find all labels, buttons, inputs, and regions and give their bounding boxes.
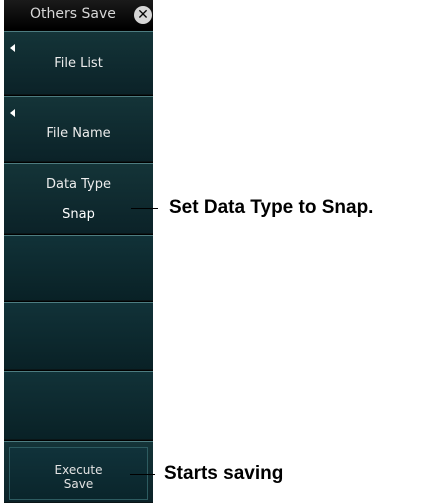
execute-save-button[interactable]: Execute Save [4, 441, 153, 503]
blank-softkey-2 [4, 302, 153, 370]
data-type-callout-text: Set Data Type to Snap. [169, 197, 374, 218]
execute-save-face[interactable]: Execute Save [9, 447, 148, 500]
close-icon[interactable]: ✕ [134, 6, 152, 24]
data-type-label: Data Type [45, 177, 112, 192]
file-list-label: File List [54, 56, 103, 71]
left-arrow-icon [10, 44, 15, 52]
others-save-menu: Others Save ✕ File List File Name Data T… [4, 0, 153, 503]
execute-callout-line [130, 474, 155, 475]
data-type-button[interactable]: Data Type Snap [4, 163, 153, 234]
file-name-button[interactable]: File Name [4, 96, 153, 162]
file-name-label: File Name [46, 126, 111, 141]
left-arrow-icon [10, 109, 15, 117]
menu-title: Others Save ✕ [4, 0, 153, 29]
menu-title-label: Others Save [30, 6, 116, 22]
execute-label: Execute [54, 463, 103, 477]
blank-softkey-1 [4, 235, 153, 301]
blank-softkey-3 [4, 371, 153, 440]
save-label: Save [63, 477, 94, 491]
file-list-button[interactable]: File List [4, 31, 153, 95]
data-type-value: Snap [62, 207, 95, 222]
data-type-callout-line [131, 208, 158, 209]
execute-callout-text: Starts saving [164, 463, 284, 484]
